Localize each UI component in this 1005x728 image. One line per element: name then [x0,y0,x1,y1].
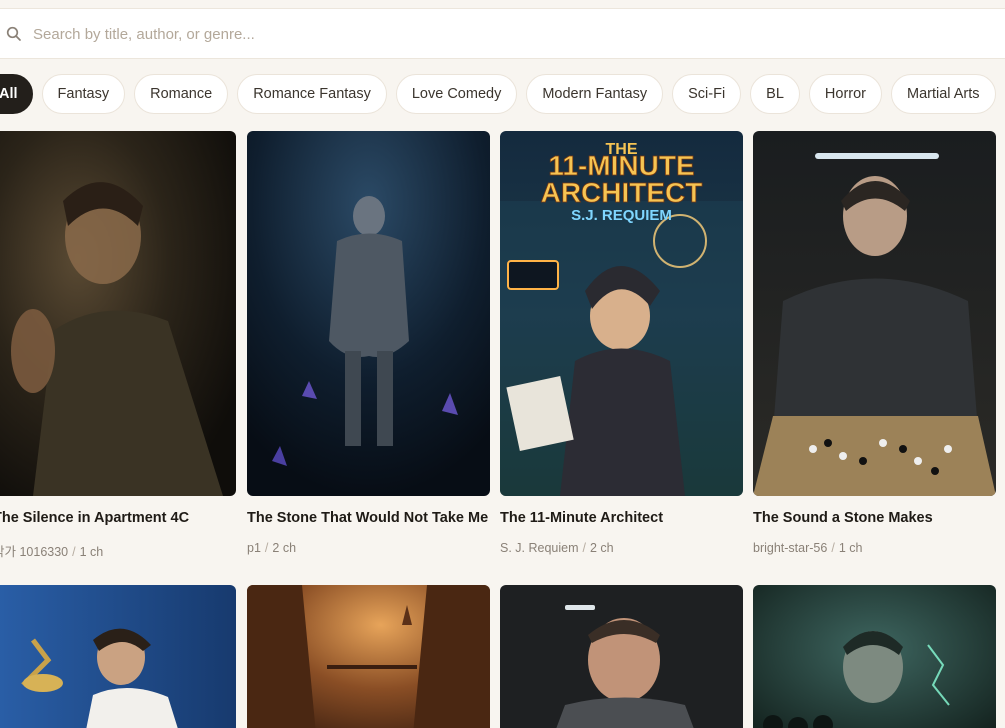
book-author: bright-star-56 [753,541,828,555]
book-card[interactable]: The Silence in Apartment 4C 작가 1016330/1… [0,131,236,560]
book-card[interactable]: THE 11-MINUTE ARCHITECT S.J. REQUIEM The… [500,131,743,555]
book-chapters: 1 ch [79,545,104,559]
book-title: The Silence in Apartment 4C [0,510,190,526]
book-title: The 11-Minute Architect [500,510,664,526]
book-meta: S. J. Requiem/2 ch [500,541,614,555]
book-cover [247,131,490,496]
book-cover [247,585,490,728]
book-card[interactable] [247,585,490,728]
genre-chip-sci-fi[interactable]: Sci-Fi [672,74,742,114]
cover-author-line: S.J. REQUIEM [571,207,672,224]
book-cover [0,131,236,496]
genre-chip-fantasy[interactable]: Fantasy [41,74,126,114]
book-chapters: 2 ch [272,541,297,555]
book-meta: p1/2 ch [247,541,297,555]
book-card[interactable] [500,585,743,728]
cover-title-line: ARCHITECT [541,177,703,208]
book-card[interactable] [0,585,236,728]
book-card[interactable]: The Sound a Stone Makes bright-star-56/1… [753,131,996,555]
book-chapters: 1 ch [838,541,863,555]
book-cover [753,585,996,728]
book-title: The Sound a Stone Makes [753,510,933,526]
genre-chip-all[interactable]: All [0,74,33,114]
genre-chip-bl[interactable]: BL [750,74,800,114]
book-author: S. J. Requiem [500,541,579,555]
book-cover [753,131,996,496]
search-input[interactable] [33,21,933,47]
genre-chip-modern-fantasy[interactable]: Modern Fantasy [526,74,664,114]
genre-chip-love-comedy[interactable]: Love Comedy [395,74,518,114]
book-chapters: 2 ch [590,541,614,555]
search-icon [6,26,21,41]
book-cover: THE 11-MINUTE ARCHITECT S.J. REQUIEM [500,131,743,496]
genre-chip-romance-fantasy[interactable]: Romance Fantasy [237,74,387,114]
book-author: p1 [247,541,261,555]
book-meta: bright-star-56/1 ch [753,541,863,555]
search-bar [0,8,1005,59]
book-cover [500,585,743,728]
book-cover [0,585,236,728]
genre-chip-horror[interactable]: Horror [808,74,883,114]
book-author: 작가 1016330 [0,545,69,559]
book-card[interactable]: The Stone That Would Not Take Me p1/2 ch [247,131,490,555]
genre-chip-martial-arts[interactable]: Martial Arts [891,74,996,114]
book-meta: 작가 1016330/1 ch [0,541,236,560]
genre-filter-bar: All Fantasy Romance Romance Fantasy Love… [0,74,1005,114]
book-card[interactable] [753,585,996,728]
book-title: The Stone That Would Not Take Me [247,510,489,526]
genre-chip-romance[interactable]: Romance [134,74,229,114]
